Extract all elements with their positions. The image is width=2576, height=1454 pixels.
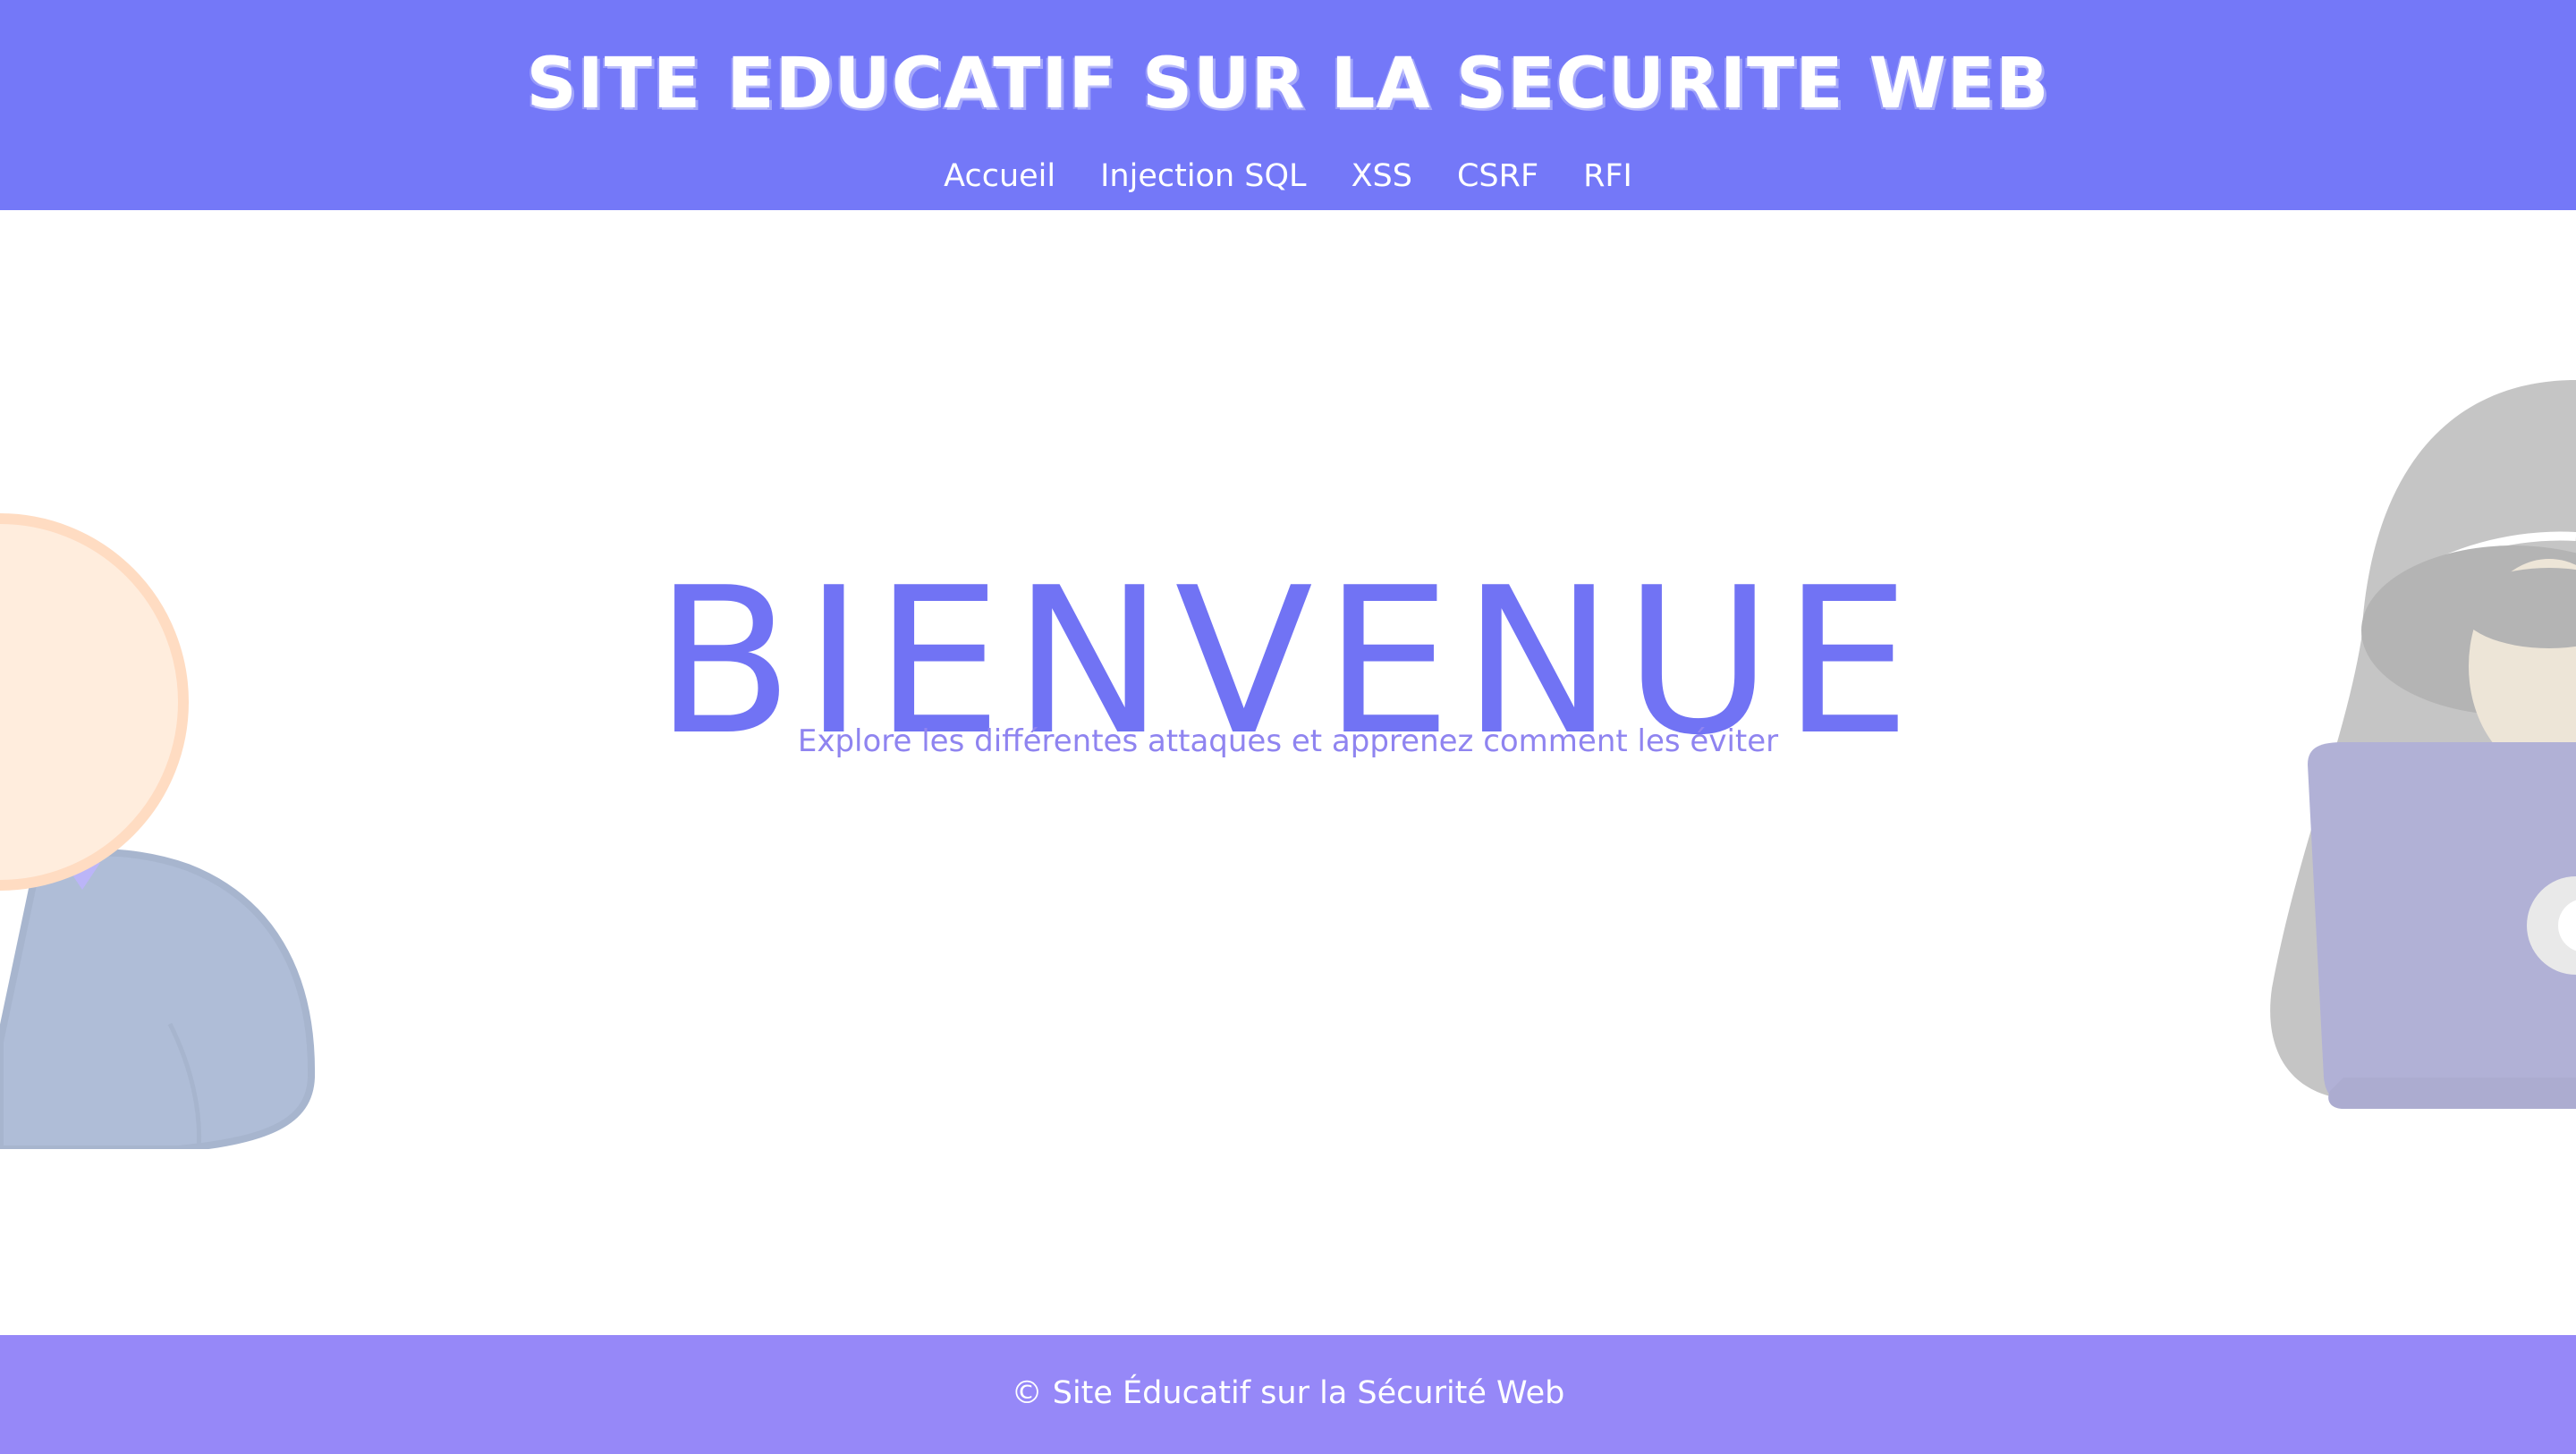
hero-subtitle: Explore les différentes attaques et appr…: [797, 723, 1779, 759]
nav-item-xss[interactable]: XSS: [1329, 152, 1435, 200]
page: SITE EDUCATIF SUR LA SECURITE WEB Accuei…: [0, 0, 2576, 1454]
main-nav: Accueil Injection SQL XSS CSRF RFI: [0, 152, 2576, 200]
nav-item-csrf[interactable]: CSRF: [1435, 152, 1561, 200]
nav-item-accueil[interactable]: Accueil: [921, 152, 1078, 200]
site-title: SITE EDUCATIF SUR LA SECURITE WEB: [526, 44, 2050, 124]
site-footer: © Site Éducatif sur la Sécurité Web: [0, 1335, 2576, 1454]
footer-copyright: © Site Éducatif sur la Sécurité Web: [1011, 1375, 1565, 1411]
nav-item-injection-sql[interactable]: Injection SQL: [1078, 152, 1328, 200]
nav-item-rfi[interactable]: RFI: [1561, 152, 1655, 200]
main-content: BIENVENUE Explore les différentes attaqu…: [0, 210, 2576, 1335]
site-header: SITE EDUCATIF SUR LA SECURITE WEB Accuei…: [0, 0, 2576, 210]
